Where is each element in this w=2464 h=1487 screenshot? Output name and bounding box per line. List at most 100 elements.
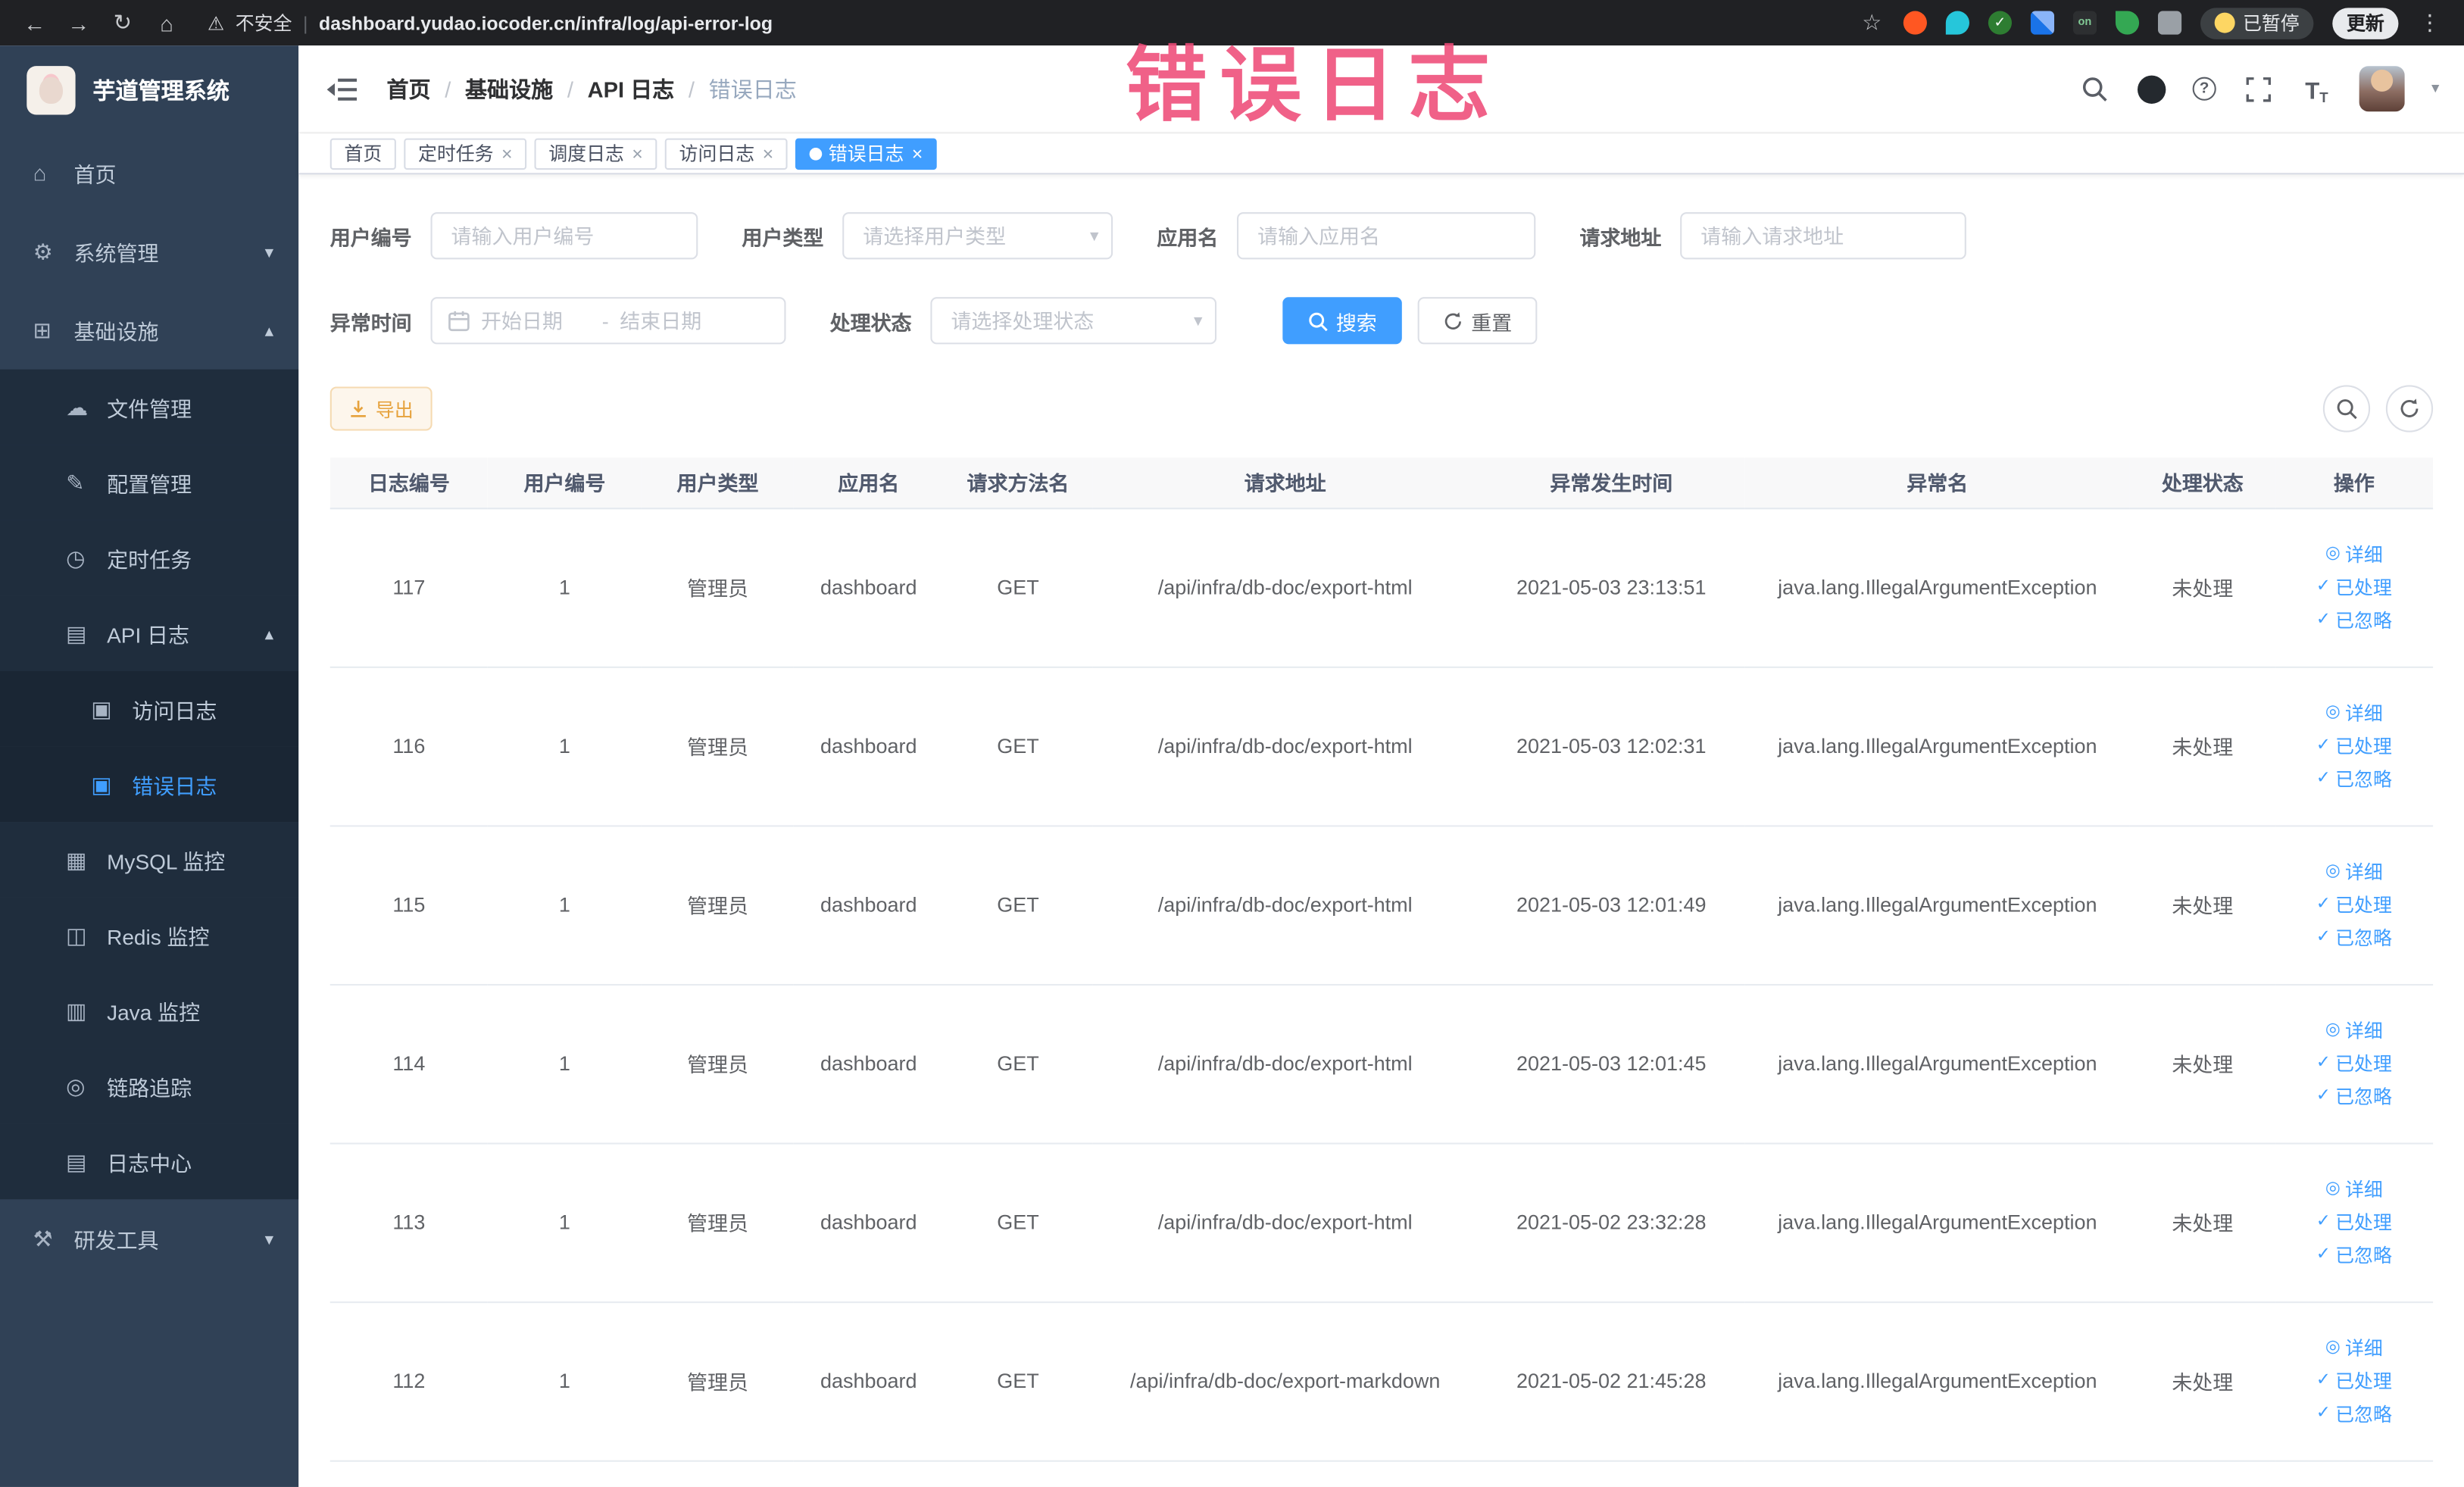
- action-detail-link[interactable]: ◎ 详细: [2325, 545, 2383, 564]
- action-ignored-link[interactable]: ✓ 已忽略: [2316, 1404, 2392, 1423]
- action-processed-link[interactable]: ✓ 已处理: [2316, 736, 2392, 755]
- extensions-puzzle-icon[interactable]: [2157, 11, 2182, 35]
- action-processed-link[interactable]: ✓ 已处理: [2316, 895, 2392, 914]
- sidebar-item-home[interactable]: ⌂ 首页: [0, 133, 298, 212]
- close-icon[interactable]: ×: [912, 142, 923, 164]
- extension-green-check-icon[interactable]: ✓: [1988, 11, 2012, 35]
- action-ignored-link[interactable]: ✓ 已忽略: [2316, 770, 2392, 789]
- action-processed-link[interactable]: ✓ 已处理: [2316, 1213, 2392, 1232]
- breadcrumb-item[interactable]: 首页: [386, 73, 430, 105]
- tab-error-log[interactable]: 错误日志 ×: [795, 137, 937, 170]
- sidebar-item-config-management[interactable]: ✎ 配置管理: [0, 445, 299, 520]
- action-detail-link[interactable]: ◎ 详细: [2325, 862, 2383, 881]
- sidebar-item-system-management[interactable]: ⚙ 系统管理 ▾: [0, 212, 298, 291]
- table-body: 117 1 管理员 dashboard GET/api/infra/db-doc/exp…: [329, 508, 2434, 1461]
- action-ignored-link[interactable]: ✓ 已忽略: [2316, 1245, 2392, 1264]
- user-type-select-input[interactable]: [842, 212, 1113, 260]
- action-ignored-link[interactable]: ✓ 已忽略: [2316, 928, 2392, 947]
- extension-leaf-icon[interactable]: [2115, 11, 2140, 35]
- user-id-input[interactable]: [430, 212, 698, 260]
- extension-on-badge-icon[interactable]: on: [2072, 11, 2097, 35]
- sidebar-item-error-log[interactable]: ▣ 错误日志: [0, 746, 299, 823]
- sidebar-item-infrastructure[interactable]: ⊞ 基础设施 ▴: [0, 291, 298, 370]
- tab-schedule-log[interactable]: 调度日志 ×: [534, 137, 657, 170]
- close-icon[interactable]: ×: [632, 142, 643, 164]
- bookmark-star-icon[interactable]: ☆: [1853, 4, 1891, 42]
- request-url-input[interactable]: [1680, 212, 1966, 260]
- action-ignored-link[interactable]: ✓ 已忽略: [2316, 1087, 2392, 1106]
- extension-orange-icon[interactable]: [1903, 11, 1927, 35]
- column-header-exception: 异常名: [1744, 457, 2130, 509]
- breadcrumb-item[interactable]: 基础设施: [465, 73, 553, 105]
- action-processed-link[interactable]: ✓ 已处理: [2316, 1054, 2392, 1073]
- action-label: 详细: [2345, 861, 2383, 883]
- sidebar-item-scheduled-jobs[interactable]: ◷ 定时任务: [0, 520, 299, 596]
- user-avatar[interactable]: [2359, 66, 2405, 112]
- browser-menu-icon[interactable]: ⋮: [2411, 4, 2449, 42]
- sidebar-item-label: Java 监控: [107, 1001, 201, 1025]
- action-detail-link[interactable]: ◎ 详细: [2325, 704, 2383, 723]
- cell-user_type: 管理员: [641, 1301, 795, 1461]
- sidebar-item-label: 系统管理: [73, 242, 159, 266]
- exception-time-range-picker[interactable]: -: [430, 297, 786, 345]
- back-button[interactable]: ←: [16, 4, 54, 42]
- cell-user_type: 管理员: [641, 666, 795, 826]
- action-detail-link[interactable]: ◎ 详细: [2325, 1339, 2383, 1357]
- end-date-input[interactable]: [620, 308, 730, 333]
- refresh-button[interactable]: [2385, 385, 2434, 433]
- process-status-select-input[interactable]: [930, 297, 1217, 345]
- browser-home-button[interactable]: ⌂: [148, 4, 186, 42]
- column-header-user_type: 用户类型: [641, 457, 795, 509]
- sidebar-item-file-management[interactable]: ☁ 文件管理: [0, 369, 299, 445]
- extension-teal-drop-icon[interactable]: [1945, 11, 1969, 35]
- check-icon: ✓: [2316, 1211, 2331, 1231]
- sidebar-item-redis-monitor[interactable]: ◫ Redis 监控: [0, 897, 299, 973]
- sidebar-item-mysql-monitor[interactable]: ▦ MySQL 监控: [0, 822, 299, 898]
- forward-button[interactable]: →: [60, 4, 98, 42]
- hamburger-icon[interactable]: [326, 71, 362, 106]
- breadcrumb-item[interactable]: API 日志: [588, 73, 675, 105]
- tab-scheduled-jobs[interactable]: 定时任务 ×: [404, 137, 527, 170]
- reset-button-label: 重置: [1471, 310, 1513, 334]
- cell-time: 2021-05-03 12:01:49: [1477, 825, 1745, 985]
- paused-badge[interactable]: 已暂停: [2200, 7, 2314, 39]
- action-ignored-link[interactable]: ✓ 已忽略: [2316, 611, 2392, 629]
- fullscreen-icon[interactable]: [2243, 73, 2275, 105]
- action-processed-link[interactable]: ✓ 已处理: [2316, 1371, 2392, 1390]
- github-icon[interactable]: [2137, 74, 2166, 103]
- column-header-actions: 操作: [2275, 457, 2434, 509]
- help-icon[interactable]: ?: [2192, 77, 2216, 101]
- tab-home[interactable]: 首页: [329, 137, 396, 170]
- search-icon[interactable]: [2079, 73, 2111, 105]
- eye-icon: ◎: [2325, 1020, 2341, 1039]
- close-icon[interactable]: ×: [501, 142, 513, 164]
- sidebar-item-link-tracing[interactable]: ◎ 链路追踪: [0, 1048, 299, 1124]
- font-size-icon[interactable]: TT: [2301, 73, 2333, 105]
- sidebar-item-log-center[interactable]: ▤ 日志中心: [0, 1123, 299, 1200]
- app-name-input[interactable]: [1237, 212, 1536, 260]
- address-bar[interactable]: ⚠ 不安全 | dashboard.yudao.iocoder.cn/infra…: [192, 9, 1847, 36]
- update-button[interactable]: 更新: [2332, 7, 2399, 39]
- reset-button[interactable]: 重置: [1417, 297, 1538, 345]
- action-detail-link[interactable]: ◎ 详细: [2325, 1021, 2383, 1040]
- user-type-select[interactable]: ▾: [842, 212, 1113, 260]
- action-processed-link[interactable]: ✓ 已处理: [2316, 578, 2392, 597]
- close-icon[interactable]: ×: [763, 142, 774, 164]
- sidebar-item-dev-tools[interactable]: ⚒ 研发工具 ▾: [0, 1199, 298, 1278]
- chevron-down-icon[interactable]: ▾: [2431, 80, 2439, 98]
- search-button[interactable]: 搜索: [1282, 297, 1402, 345]
- security-label: 不安全: [235, 12, 292, 35]
- start-date-input[interactable]: [480, 308, 592, 333]
- sidebar-item-access-log[interactable]: ▣ 访问日志: [0, 671, 299, 747]
- sidebar-item-api-logs[interactable]: ▤ API 日志 ▴: [0, 595, 299, 672]
- extension-blue-grid-icon[interactable]: [2030, 11, 2054, 35]
- tab-access-log[interactable]: 访问日志 ×: [664, 137, 788, 170]
- sidebar-item-java-monitor[interactable]: ▥ Java 监控: [0, 973, 299, 1049]
- action-detail-link[interactable]: ◎ 详细: [2325, 1179, 2383, 1198]
- action-label: 已处理: [2335, 576, 2392, 598]
- screen: ← → ↻ ⌂ ⚠ 不安全 | dashboard.yudao.iocoder.…: [0, 0, 2464, 1487]
- reload-button[interactable]: ↻: [104, 4, 142, 42]
- process-status-select[interactable]: ▾: [930, 297, 1217, 345]
- export-button[interactable]: 导出: [329, 386, 433, 431]
- toggle-search-button[interactable]: [2322, 385, 2371, 433]
